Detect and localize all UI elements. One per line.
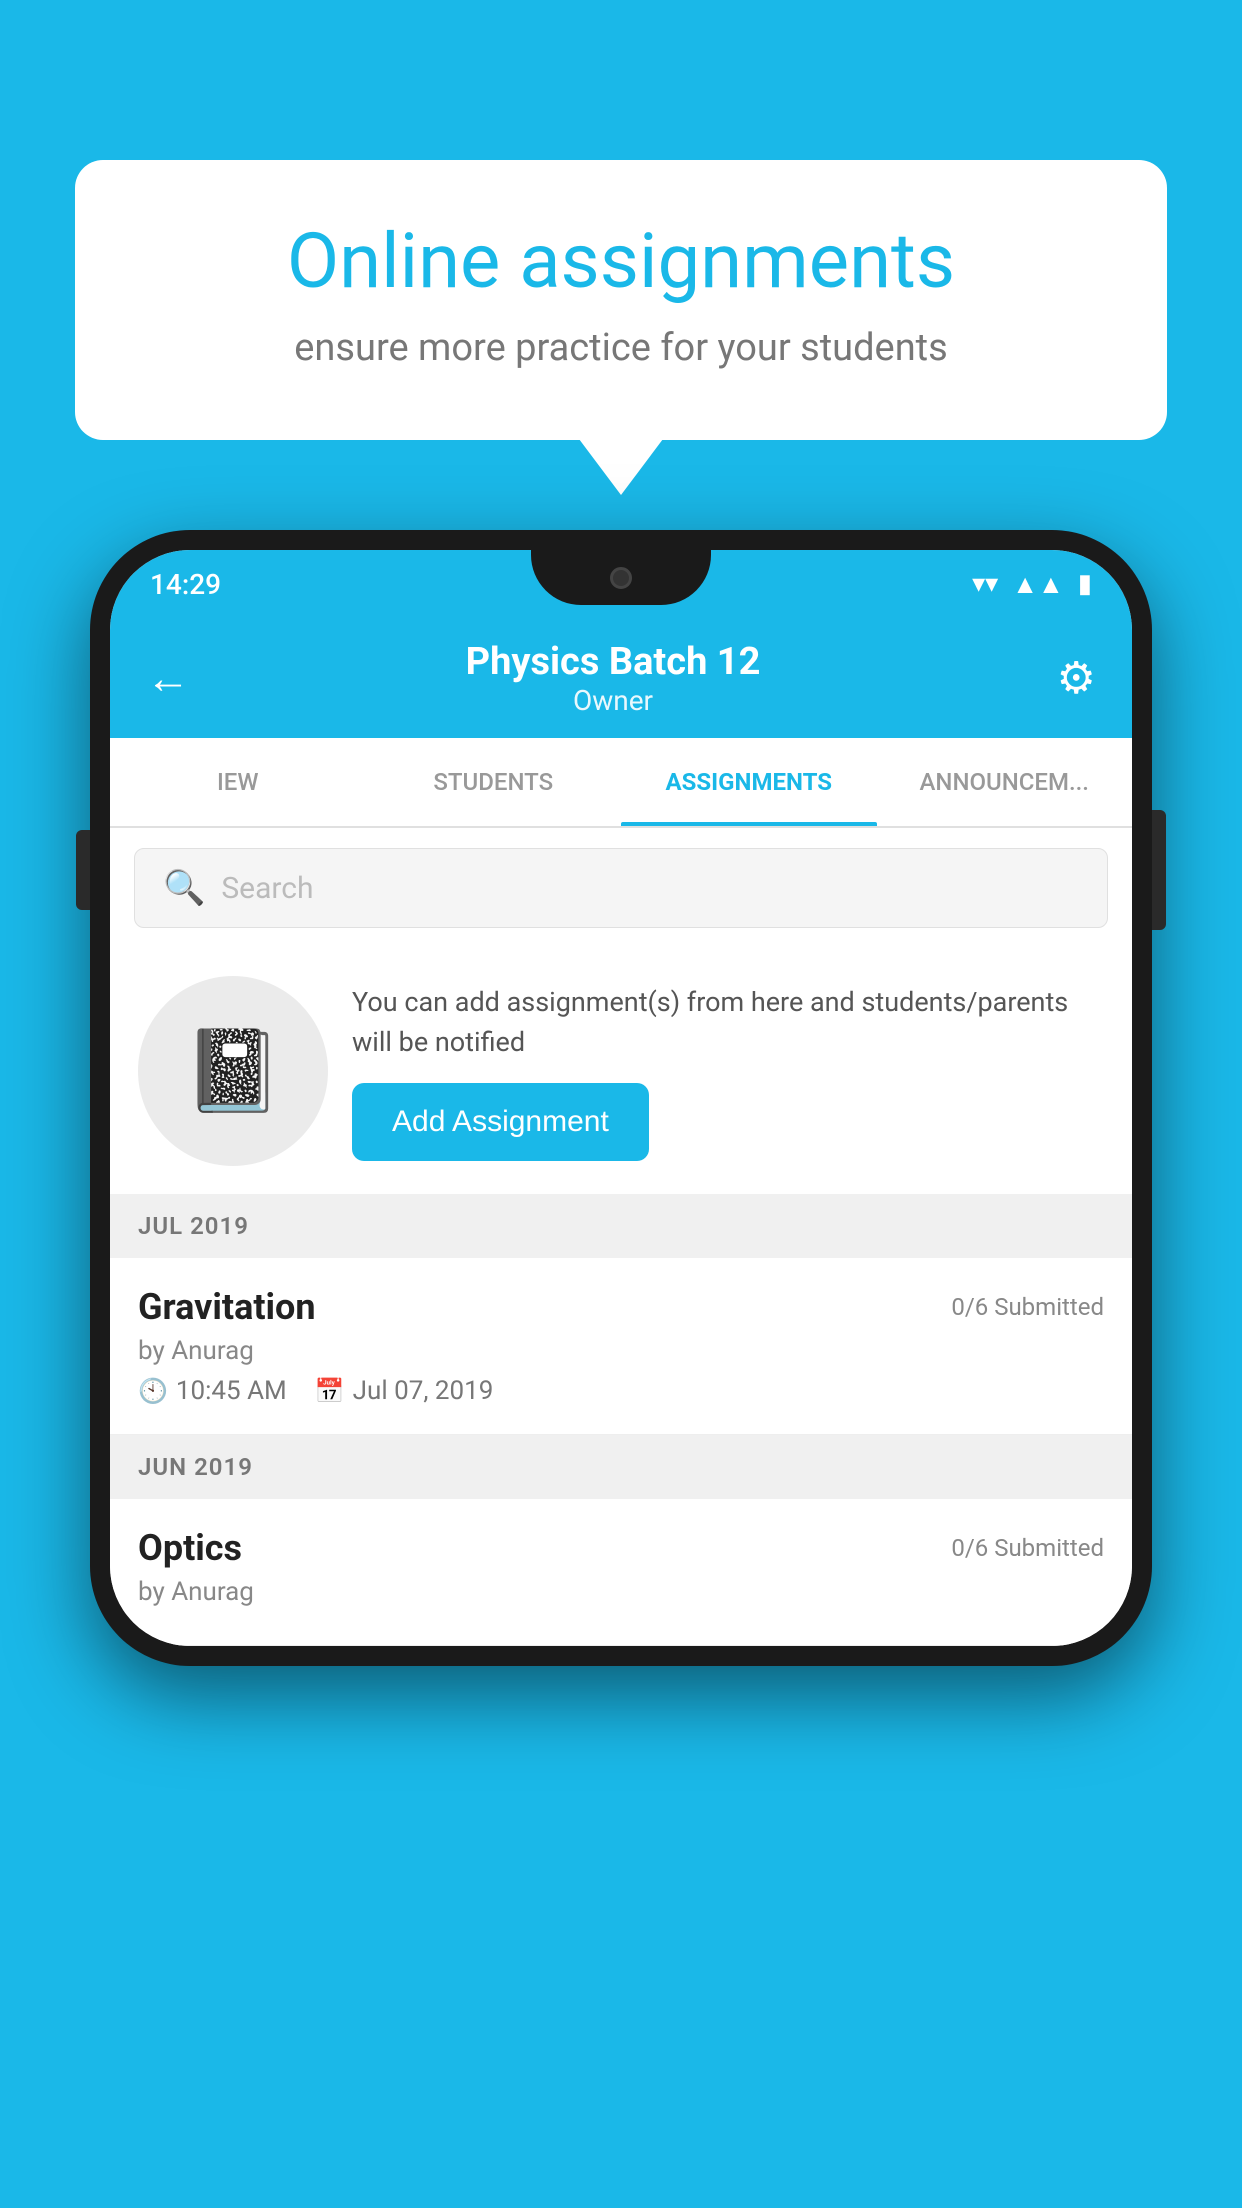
assignment-top-row: Gravitation 0/6 Submitted bbox=[138, 1286, 1104, 1328]
assignment-item-optics[interactable]: Optics 0/6 Submitted by Anurag bbox=[110, 1499, 1132, 1646]
assignment-submitted: 0/6 Submitted bbox=[951, 1293, 1104, 1321]
calendar-icon: 📅 bbox=[315, 1377, 345, 1405]
settings-icon[interactable]: ⚙ bbox=[1057, 652, 1096, 704]
section-header-jul: JUL 2019 bbox=[110, 1194, 1132, 1258]
speech-bubble-wrapper: Online assignments ensure more practice … bbox=[75, 160, 1167, 440]
clock-icon: 🕙 bbox=[138, 1377, 168, 1405]
section-header-jun: JUN 2019 bbox=[110, 1435, 1132, 1499]
tab-iew[interactable]: IEW bbox=[110, 738, 366, 826]
app-bar-title-wrapper: Physics Batch 12 Owner bbox=[210, 640, 1016, 717]
promo-content: You can add assignment(s) from here and … bbox=[352, 982, 1104, 1161]
app-bar: ← Physics Batch 12 Owner ⚙ bbox=[110, 618, 1132, 738]
promo-icon-circle: 📓 bbox=[138, 976, 328, 1166]
assignment-by-optics: by Anurag bbox=[138, 1577, 1104, 1607]
assignment-date: Jul 07, 2019 bbox=[353, 1376, 494, 1406]
app-bar-subtitle: Owner bbox=[210, 684, 1016, 717]
assignment-submitted-optics: 0/6 Submitted bbox=[951, 1534, 1104, 1562]
assignment-promo: 📓 You can add assignment(s) from here an… bbox=[110, 948, 1132, 1194]
assignment-top-row-optics: Optics 0/6 Submitted bbox=[138, 1527, 1104, 1569]
assignment-title-optics: Optics bbox=[138, 1527, 242, 1569]
status-bar: 14:29 ▾▾ ▲▲ ▮ bbox=[110, 550, 1132, 618]
speech-bubble-subtitle: ensure more practice for your students bbox=[155, 326, 1087, 370]
status-time: 14:29 bbox=[150, 568, 221, 601]
notebook-icon: 📓 bbox=[183, 1024, 283, 1118]
search-placeholder: Search bbox=[221, 871, 313, 906]
tab-students[interactable]: STUDENTS bbox=[366, 738, 622, 826]
camera bbox=[610, 567, 632, 589]
assignment-meta: 🕙 10:45 AM 📅 Jul 07, 2019 bbox=[138, 1376, 1104, 1406]
wifi-icon: ▾▾ bbox=[972, 569, 998, 599]
tabs-bar: IEW STUDENTS ASSIGNMENTS ANNOUNCEM... bbox=[110, 738, 1132, 828]
meta-time: 🕙 10:45 AM bbox=[138, 1376, 287, 1406]
notch bbox=[531, 550, 711, 605]
tab-assignments[interactable]: ASSIGNMENTS bbox=[621, 738, 877, 826]
back-button[interactable]: ← bbox=[146, 652, 190, 704]
phone-inner: 14:29 ▾▾ ▲▲ ▮ ← Physics Batch 12 Owner ⚙ bbox=[110, 550, 1132, 1646]
assignment-time: 10:45 AM bbox=[176, 1376, 287, 1406]
phone-outer: 14:29 ▾▾ ▲▲ ▮ ← Physics Batch 12 Owner ⚙ bbox=[90, 530, 1152, 1666]
meta-date: 📅 Jul 07, 2019 bbox=[315, 1376, 494, 1406]
search-bar[interactable]: 🔍 Search bbox=[134, 848, 1108, 928]
phone-wrapper: 14:29 ▾▾ ▲▲ ▮ ← Physics Batch 12 Owner ⚙ bbox=[90, 530, 1152, 1666]
speech-bubble-title: Online assignments bbox=[155, 220, 1087, 304]
status-icons: ▾▾ ▲▲ ▮ bbox=[972, 569, 1092, 600]
promo-description: You can add assignment(s) from here and … bbox=[352, 982, 1104, 1063]
search-icon: 🔍 bbox=[163, 868, 205, 908]
signal-icon: ▲▲ bbox=[1012, 569, 1063, 600]
assignment-item-gravitation[interactable]: Gravitation 0/6 Submitted by Anurag 🕙 10… bbox=[110, 1258, 1132, 1435]
assignment-by: by Anurag bbox=[138, 1336, 1104, 1366]
speech-bubble: Online assignments ensure more practice … bbox=[75, 160, 1167, 440]
search-bar-wrapper: 🔍 Search bbox=[110, 828, 1132, 948]
app-bar-title: Physics Batch 12 bbox=[210, 640, 1016, 684]
battery-icon: ▮ bbox=[1078, 569, 1092, 599]
add-assignment-button[interactable]: Add Assignment bbox=[352, 1083, 649, 1161]
assignment-title: Gravitation bbox=[138, 1286, 316, 1328]
tab-announcements[interactable]: ANNOUNCEM... bbox=[877, 738, 1133, 826]
